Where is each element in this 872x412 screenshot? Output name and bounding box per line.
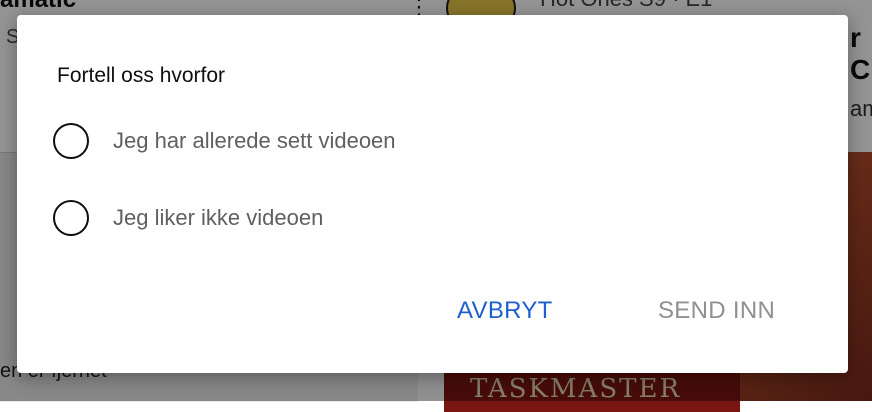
cancel-button[interactable]: AVBRYT bbox=[449, 291, 561, 331]
reason-option-already-watched[interactable]: Jeg har allerede sett videoen bbox=[53, 123, 396, 159]
feedback-dialog: Fortell oss hvorfor Jeg har allerede set… bbox=[17, 15, 848, 373]
radio-button[interactable] bbox=[53, 200, 89, 236]
reason-option-label: Jeg liker ikke videoen bbox=[113, 205, 324, 230]
dialog-title: Fortell oss hvorfor bbox=[57, 64, 226, 87]
radio-button[interactable] bbox=[53, 123, 89, 159]
reason-option-dislike[interactable]: Jeg liker ikke videoen bbox=[53, 200, 323, 236]
submit-button[interactable]: SEND INN bbox=[650, 291, 783, 331]
reason-option-label: Jeg har allerede sett videoen bbox=[113, 128, 396, 153]
